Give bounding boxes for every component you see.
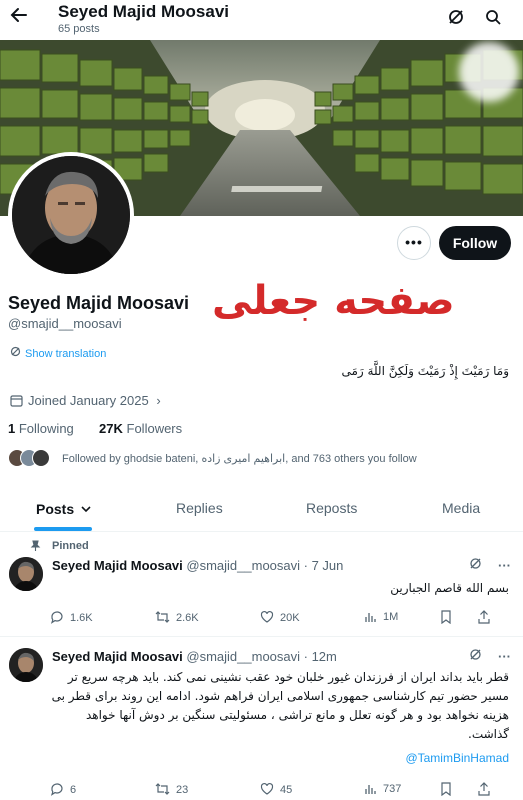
followed-by-text: Followed by ghodsie bateni, ابراهیم امیر… [62,453,417,465]
more-icon[interactable]: ··· [498,649,511,664]
fake-page-overlay-text: صفحه جعلی [212,278,455,324]
tweet-icons: ··· [469,648,511,664]
watermark-blur [459,42,519,102]
follower-avatar [32,449,50,467]
tweet-avatar[interactable] [9,648,43,682]
more-icon[interactable]: ··· [498,558,511,573]
chevron-right-icon[interactable]: › [156,393,160,408]
profile-avatar[interactable] [8,152,134,278]
follow-button[interactable]: Follow [439,226,511,260]
tweet-text: بسم الله قاصم الجبارین [390,581,509,595]
chevron-down-icon [81,500,91,516]
more-options-button[interactable]: ••• [397,226,431,260]
tweet-actions: 1.6K 2.6K 20K 1M [50,610,500,628]
bookmark-icon[interactable] [440,782,458,797]
followers-link[interactable]: 27K Followers [99,421,182,436]
tab-reposts[interactable]: Reposts [306,500,357,516]
mention-link[interactable]: @TamimBinHamad [405,751,509,765]
top-bar: Seyed Majid Moosavi 65 posts [0,0,523,40]
tweet-author[interactable]: Seyed Majid Moosavi @smajid__moosavi · 7… [52,558,343,573]
repost-button[interactable]: 23 [155,782,188,796]
following-link[interactable]: 1 Following [8,421,74,436]
like-button[interactable]: 20K [260,610,300,624]
show-translation-link[interactable]: Show translation [10,346,106,360]
like-button[interactable]: 45 [260,782,292,796]
back-arrow-icon[interactable] [8,4,30,26]
joined-date: Joined January 2025 › [10,393,161,410]
follow-stats: 1 Following 27K Followers [8,421,182,436]
views-button[interactable]: 737 [364,782,401,795]
header-posts-count: 65 posts [58,23,100,35]
profile-name: Seyed Majid Moosavi [8,293,190,313]
share-icon[interactable] [478,782,496,796]
reply-button[interactable]: 6 [50,782,76,796]
views-button[interactable]: 1M [364,610,398,623]
pin-icon [30,540,41,554]
joined-label: Joined January 2025 [28,393,149,408]
active-tab-indicator [34,527,92,531]
calendar-icon [10,394,23,410]
tweet-text: قطر باید بداند ایران از فرزندان غیور خلب… [51,670,509,741]
tweet-icons: ··· [469,557,511,573]
grok-icon[interactable] [469,558,482,573]
translate-icon [10,346,21,360]
header-profile-name: Seyed Majid Moosavi [58,2,229,21]
show-translation-label: Show translation [25,348,107,360]
profile-tabs: Posts Replies Reposts Media [0,488,523,532]
profile-bio: وَمَا رَمَيْتَ إِذْ رَمَيْتَ وَلَكِنَّ ا… [341,364,509,378]
share-icon[interactable] [478,610,496,624]
tweet-avatar[interactable] [9,557,43,591]
grok-icon[interactable] [447,8,465,26]
pinned-label: Pinned [52,540,89,552]
grok-icon[interactable] [469,649,482,664]
tab-media[interactable]: Media [442,500,480,516]
profile-handle: @smajid__moosavi [8,316,122,331]
reply-button[interactable]: 1.6K [50,610,93,624]
bookmark-icon[interactable] [440,610,458,625]
tab-replies[interactable]: Replies [176,500,223,516]
search-icon[interactable] [484,8,502,26]
tweet-author[interactable]: Seyed Majid Moosavi @smajid__moosavi · 1… [52,649,337,664]
repost-button[interactable]: 2.6K [155,610,199,624]
tab-posts[interactable]: Posts [36,500,91,517]
tweet-actions: 6 23 45 737 [50,782,500,800]
